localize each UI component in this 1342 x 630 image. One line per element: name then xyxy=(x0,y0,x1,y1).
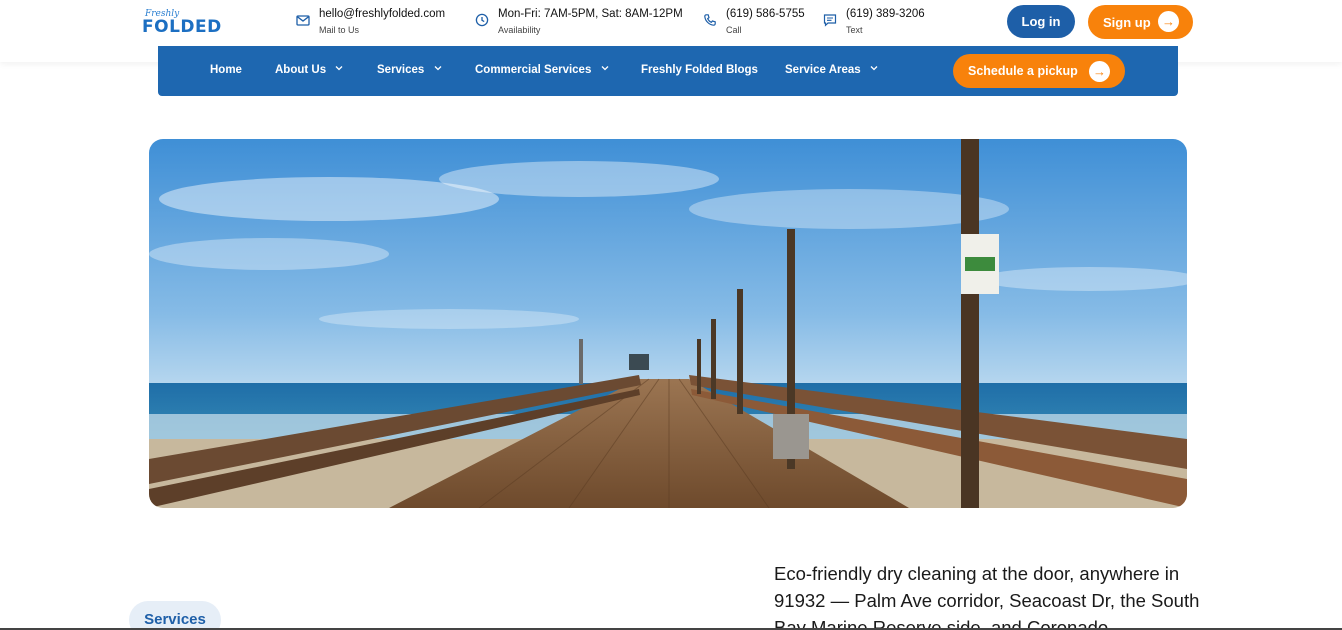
nav-item-label: Services xyxy=(377,64,425,76)
nav-item-commercial-services[interactable]: Commercial Services xyxy=(475,64,609,76)
nav-item-label: Freshly Folded Blogs xyxy=(641,64,758,76)
contact-hours-value: Mon-Fri: 7AM-5PM, Sat: 8AM-12PM xyxy=(498,8,683,20)
chevron-down-icon xyxy=(601,64,609,72)
contact-call-label: Call xyxy=(726,25,742,35)
contact-email-value: hello@freshlyfolded.com xyxy=(319,8,446,20)
phone-icon xyxy=(703,13,717,27)
mail-icon xyxy=(296,13,310,27)
main-nav: Home About Us Services Commercial Servic… xyxy=(158,46,1178,96)
clock-icon xyxy=(475,13,489,27)
signup-button[interactable]: Sign up → xyxy=(1088,5,1193,39)
contact-call[interactable]: (619) 586-5755 Call xyxy=(703,8,813,38)
pier-photo xyxy=(149,139,1187,508)
message-icon xyxy=(823,13,837,27)
arrow-right-icon: → xyxy=(1158,11,1179,32)
chevron-down-icon xyxy=(434,64,442,72)
nav-item-about-us[interactable]: About Us xyxy=(275,64,343,76)
contact-text-value: (619) 389-3206 xyxy=(846,8,925,20)
freshly-folded-logo[interactable]: Freshly FOLDED xyxy=(142,9,221,37)
contact-email[interactable]: hello@freshlyfolded.com Mail to Us xyxy=(296,8,466,38)
intro-paragraph: Eco-friendly dry cleaning at the door, a… xyxy=(774,563,1200,630)
signup-button-label: Sign up xyxy=(1103,14,1151,30)
hero-image xyxy=(149,139,1187,508)
services-tag: Services xyxy=(129,601,221,630)
chevron-down-icon xyxy=(870,64,878,72)
nav-item-services[interactable]: Services xyxy=(377,64,442,76)
nav-item-label: Service Areas xyxy=(785,64,861,76)
contact-hours: Mon-Fri: 7AM-5PM, Sat: 8AM-12PM Availabi… xyxy=(475,8,695,38)
contact-email-label: Mail to Us xyxy=(319,25,360,35)
login-button[interactable]: Log in xyxy=(1007,5,1075,38)
logo-wordmark: FOLDED xyxy=(142,17,222,37)
contact-text[interactable]: (619) 389-3206 Text xyxy=(823,8,933,38)
nav-item-home[interactable]: Home xyxy=(210,64,242,76)
nav-item-label: Commercial Services xyxy=(475,64,592,76)
schedule-pickup-button[interactable]: Schedule a pickup → xyxy=(953,54,1125,88)
contact-call-value: (619) 586-5755 xyxy=(726,8,805,20)
nav-item-label: About Us xyxy=(275,64,327,76)
nav-item-label: Home xyxy=(210,64,242,76)
arrow-right-icon: → xyxy=(1089,60,1110,82)
schedule-pickup-label: Schedule a pickup xyxy=(968,64,1078,78)
contact-hours-label: Availability xyxy=(498,25,541,35)
nav-item-service-areas[interactable]: Service Areas xyxy=(785,64,878,76)
contact-text-label: Text xyxy=(846,25,863,35)
chevron-down-icon xyxy=(335,64,343,72)
nav-item-blogs[interactable]: Freshly Folded Blogs xyxy=(641,64,758,76)
